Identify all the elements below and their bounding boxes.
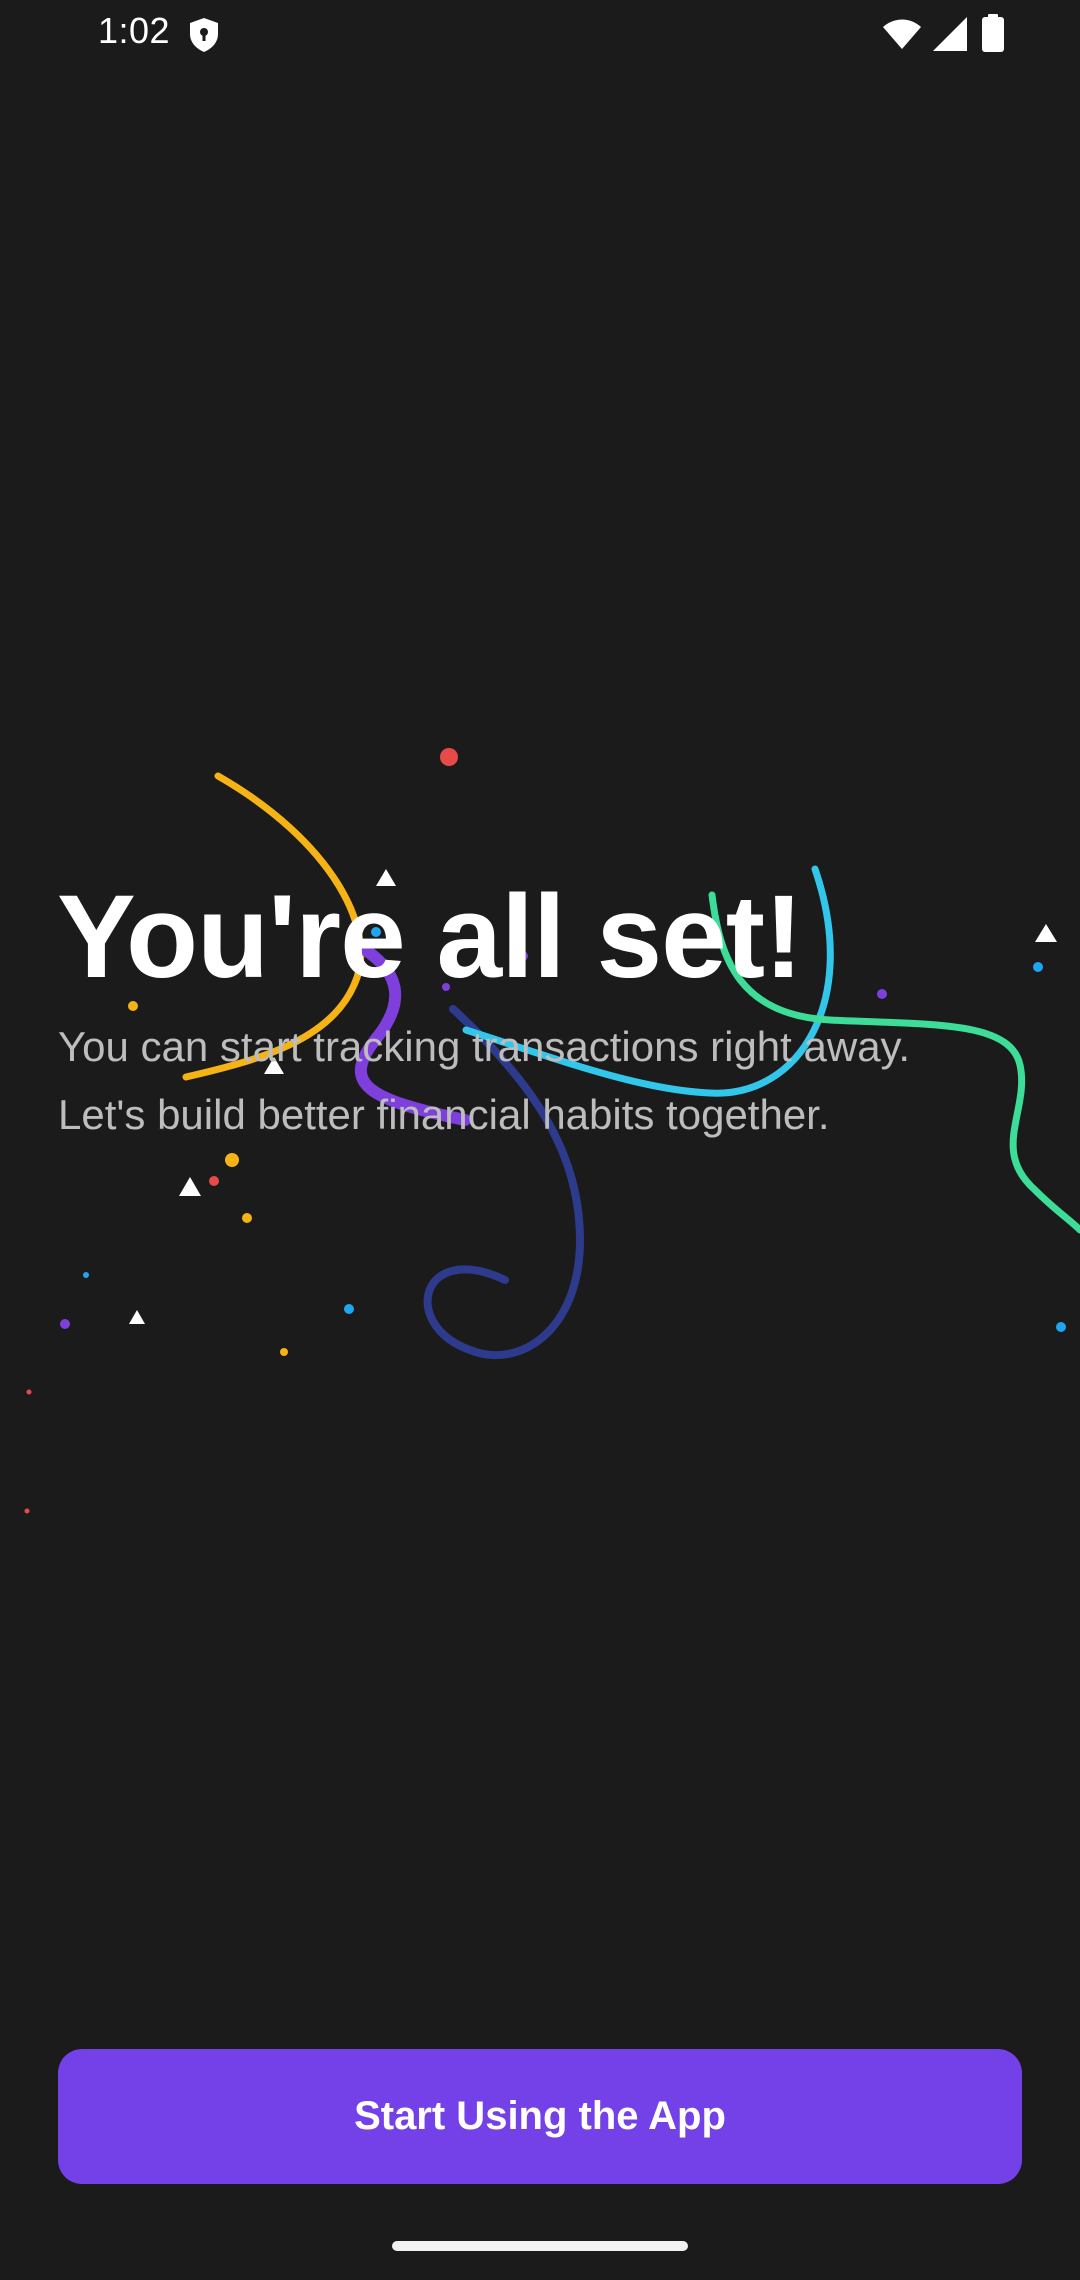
wifi-icon [883, 19, 921, 49]
page-title: You're all set! [57, 871, 803, 1003]
confetti-dot [1033, 962, 1043, 972]
confetti-dot [225, 1153, 239, 1167]
confetti-dot [344, 1304, 354, 1314]
confetti-triangle [179, 1177, 201, 1196]
confetti-triangle [129, 1310, 145, 1324]
status-bar: 1:02 [0, 0, 1080, 70]
confetti-dot [24, 1508, 30, 1514]
confetti-triangle [1035, 924, 1057, 942]
gesture-navigation-handle[interactable] [392, 2241, 688, 2251]
confetti-dot [209, 1176, 219, 1186]
page-subtitle: You can start tracking transactions righ… [58, 1023, 911, 1138]
confetti-dot [83, 1272, 89, 1278]
confetti-dot [26, 1389, 32, 1395]
battery-icon [982, 14, 1004, 52]
start-using-app-button[interactable]: Start Using the App [58, 2049, 1022, 2184]
confetti-dot [1056, 1322, 1066, 1332]
confetti-dot [877, 989, 887, 999]
confetti-dot [242, 1213, 252, 1223]
shield-icon [190, 18, 218, 52]
confetti-dot [60, 1319, 70, 1329]
cellular-signal-icon [933, 17, 967, 51]
confetti-dot [280, 1348, 288, 1356]
confetti-dot [440, 748, 458, 766]
status-time: 1:02 [98, 10, 171, 51]
